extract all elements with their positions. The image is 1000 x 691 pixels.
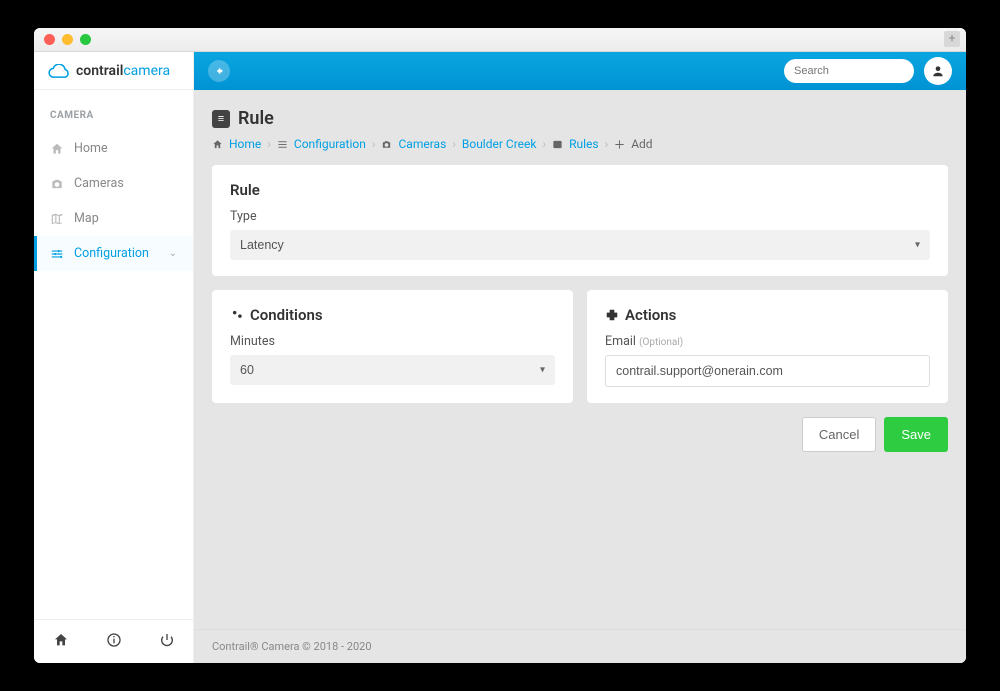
content: ≡ Rule Home › Configuration › Cameras › … bbox=[194, 90, 966, 629]
map-icon bbox=[50, 212, 64, 226]
breadcrumb-boulder-creek[interactable]: Boulder Creek bbox=[462, 137, 537, 151]
type-label: Type bbox=[230, 209, 930, 224]
user-menu-button[interactable] bbox=[924, 57, 952, 85]
main: ≡ Rule Home › Configuration › Cameras › … bbox=[194, 52, 966, 663]
page-title: ≡ Rule bbox=[212, 108, 948, 129]
logo-text-2: camera bbox=[123, 63, 170, 79]
sidebar-item-label: Home bbox=[74, 141, 108, 156]
type-select[interactable]: Latency bbox=[230, 230, 930, 260]
breadcrumb-separator: › bbox=[542, 137, 546, 151]
breadcrumb-separator: › bbox=[452, 137, 456, 151]
home-icon bbox=[212, 139, 223, 150]
breadcrumb-rules[interactable]: Rules bbox=[569, 137, 598, 151]
conditions-card: Conditions Minutes 60 bbox=[212, 290, 573, 403]
rule-card-heading: Rule bbox=[230, 181, 930, 199]
cloud-icon bbox=[48, 64, 70, 78]
plus-icon bbox=[614, 139, 625, 150]
breadcrumb-cameras[interactable]: Cameras bbox=[398, 137, 446, 151]
breadcrumb-add: Add bbox=[631, 137, 652, 151]
search-box[interactable] bbox=[784, 59, 914, 83]
breadcrumb-home[interactable]: Home bbox=[229, 137, 261, 151]
sliders-icon bbox=[277, 139, 288, 150]
sidebar-item-label: Cameras bbox=[74, 176, 124, 191]
actions-heading: Actions bbox=[625, 306, 676, 324]
breadcrumb-separator: › bbox=[372, 137, 376, 151]
logo-text-1: contrail bbox=[76, 63, 123, 79]
breadcrumb-configuration[interactable]: Configuration bbox=[294, 137, 366, 151]
app-window: + contrailcamera CAMERA Home Cameras bbox=[34, 28, 966, 663]
minutes-label: Minutes bbox=[230, 334, 555, 349]
window-controls bbox=[44, 34, 91, 45]
conditions-heading: Conditions bbox=[250, 306, 323, 324]
footer-power-button[interactable] bbox=[153, 626, 181, 658]
sliders-icon bbox=[50, 247, 64, 261]
home-icon bbox=[53, 632, 69, 648]
sidebar-footer bbox=[34, 619, 193, 663]
breadcrumb: Home › Configuration › Cameras › Boulder… bbox=[212, 137, 948, 151]
nav-section-label: CAMERA bbox=[34, 110, 193, 131]
email-label: Email bbox=[605, 334, 636, 349]
puzzle-icon bbox=[605, 308, 619, 322]
sidebar-item-home[interactable]: Home bbox=[34, 131, 193, 166]
breadcrumb-separator: › bbox=[267, 137, 271, 151]
form-actions: Cancel Save bbox=[212, 417, 948, 452]
maximize-window-button[interactable] bbox=[80, 34, 91, 45]
camera-icon bbox=[381, 139, 392, 150]
home-icon bbox=[50, 142, 64, 156]
cancel-button[interactable]: Cancel bbox=[802, 417, 876, 452]
rule-card: Rule Type Latency bbox=[212, 165, 948, 276]
sidebar-item-label: Map bbox=[74, 211, 99, 226]
rule-badge-icon: ≡ bbox=[212, 110, 230, 128]
titlebar: + bbox=[34, 28, 966, 52]
cogs-icon bbox=[230, 308, 244, 322]
sidebar: contrailcamera CAMERA Home Cameras Map bbox=[34, 52, 194, 663]
arrow-left-icon bbox=[214, 66, 224, 76]
sidebar-item-label: Configuration bbox=[74, 246, 149, 261]
nav: CAMERA Home Cameras Map Configuration ⌄ bbox=[34, 90, 193, 619]
power-icon bbox=[159, 632, 175, 648]
search-input[interactable] bbox=[794, 65, 936, 77]
footer-home-button[interactable] bbox=[47, 626, 75, 658]
header bbox=[194, 52, 966, 90]
sidebar-item-cameras[interactable]: Cameras bbox=[34, 166, 193, 201]
email-optional-label: (Optional) bbox=[639, 337, 683, 348]
footer-text: Contrail® Camera © 2018 - 2020 bbox=[194, 629, 966, 663]
chevron-down-icon: ⌄ bbox=[169, 248, 177, 259]
sidebar-item-configuration[interactable]: Configuration ⌄ bbox=[34, 236, 193, 271]
minutes-select[interactable]: 60 bbox=[230, 355, 555, 385]
list-icon bbox=[552, 139, 563, 150]
breadcrumb-separator: › bbox=[605, 137, 609, 151]
camera-icon bbox=[50, 177, 64, 191]
email-input[interactable] bbox=[605, 355, 930, 387]
logo[interactable]: contrailcamera bbox=[34, 52, 193, 90]
footer-info-button[interactable] bbox=[100, 626, 128, 658]
sidebar-item-map[interactable]: Map bbox=[34, 201, 193, 236]
info-icon bbox=[106, 632, 122, 648]
actions-card: Actions Email (Optional) bbox=[587, 290, 948, 403]
new-tab-button[interactable]: + bbox=[944, 31, 960, 47]
user-icon bbox=[931, 64, 945, 78]
save-button[interactable]: Save bbox=[884, 417, 948, 452]
page-title-text: Rule bbox=[238, 108, 274, 129]
minimize-window-button[interactable] bbox=[62, 34, 73, 45]
close-window-button[interactable] bbox=[44, 34, 55, 45]
back-button[interactable] bbox=[208, 60, 230, 82]
